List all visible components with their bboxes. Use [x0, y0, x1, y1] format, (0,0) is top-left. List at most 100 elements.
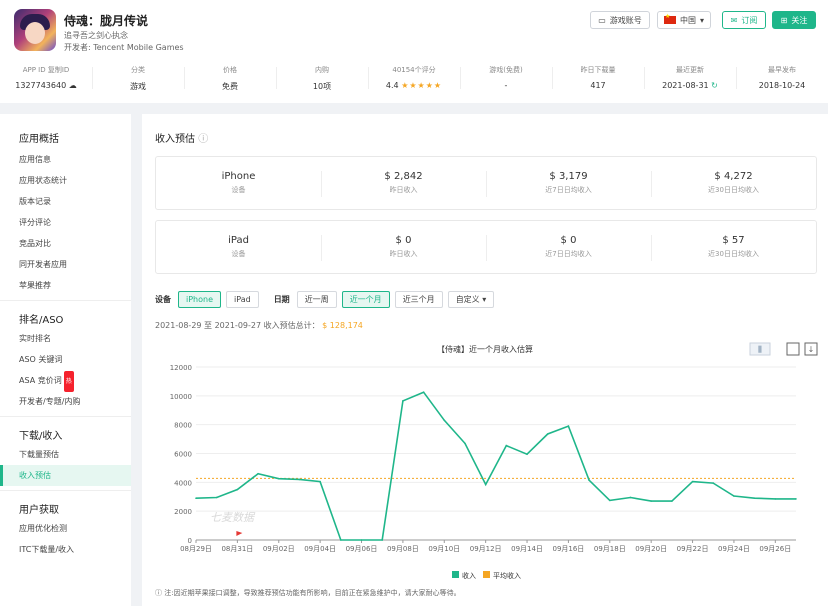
follow-button[interactable]: ⊞ 关注: [772, 11, 816, 29]
game-account-label: 游戏账号: [609, 15, 642, 25]
revenue-yesterday-label: 昨日收入: [389, 186, 418, 194]
sidebar-section-user-acquisition: 用户获取: [19, 505, 59, 516]
date-quarter-chip[interactable]: 近三个月: [394, 290, 443, 308]
stat-label: 昨日下载量: [580, 66, 616, 74]
sidebar-item-download-estimate[interactable]: 下载量预估: [0, 444, 131, 465]
revenue-point: [505, 444, 508, 447]
x-tick-label: 09月14日: [511, 545, 543, 553]
stat-label: 游戏(免费): [489, 66, 523, 74]
stat-rating[interactable]: 40154个评分 4.4 ★★★★★: [368, 62, 460, 96]
sidebar-item-versions[interactable]: 版本记录: [0, 191, 131, 212]
custom-label: 自定义: [455, 294, 480, 304]
revenue-point: [422, 391, 425, 394]
caret-down-icon: ▾: [482, 294, 487, 304]
download-arrow-icon: ↓: [808, 345, 815, 354]
chart-title: 【侍魂】近一个月收入估算: [437, 344, 533, 354]
revenue-point: [340, 539, 342, 541]
stat-value: 417: [590, 81, 606, 90]
stat-label: 40154个评分: [392, 66, 436, 74]
china-flag-icon: [663, 13, 676, 24]
revenue-30day-label: 近30日日均收入: [708, 250, 759, 258]
region-label: 中国: [679, 15, 696, 25]
x-tick-label: 09月18日: [594, 545, 626, 553]
notice-label: 注:因近期苹果接口调整，导致推荐预估功能有所影响，目前正在紧急维护中，请大家耐心…: [164, 589, 461, 597]
revenue-point: [712, 482, 715, 484]
main-panel: 收入预估 ⓘ iPhone 设备 $ 2,842 昨日收入 $ 3,179 近7日日均…: [142, 114, 828, 606]
app-subtitle: 追寻吾之剑心执念: [64, 31, 128, 40]
revenue-30day-avg: $ 4,272: [714, 171, 753, 182]
revenue-30day-label: 近30日日均收入: [708, 186, 759, 194]
device-label: 设备: [231, 250, 246, 258]
date-custom-dropdown[interactable]: 自定义 ▾: [447, 290, 495, 308]
revenue-point: [298, 478, 301, 481]
cloud-download-icon[interactable]: ☁: [69, 81, 77, 90]
sidebar-item-asa-bidding[interactable]: ASA 竞价词热: [0, 370, 131, 392]
revenue-point: [402, 400, 404, 402]
mail-icon: ✉: [730, 15, 738, 25]
subscribe-button[interactable]: ✉ 订阅: [722, 11, 766, 29]
revenue-point: [257, 472, 259, 475]
x-tick-label: 09月02日: [263, 545, 295, 553]
x-tick-label: 09月04日: [304, 545, 336, 553]
sidebar-item-compare[interactable]: 竞品对比: [0, 233, 131, 254]
x-tick-label: 09月12日: [470, 545, 502, 553]
legend-average-swatch: [483, 571, 490, 578]
stat-iap[interactable]: 内购 10项: [276, 62, 368, 96]
device-ipad-chip[interactable]: iPad: [226, 290, 259, 308]
revenue-point: [588, 479, 590, 481]
game-account-button[interactable]: ▭ 游戏账号: [590, 11, 650, 29]
app-developer: 开发者: Tencent Mobile Games: [64, 43, 184, 52]
y-tick-label: 12000: [170, 364, 192, 372]
revenue-point: [526, 453, 528, 456]
x-tick-label: 09月22日: [677, 545, 709, 553]
sidebar-item-apple-featured[interactable]: 苹果推荐: [0, 275, 131, 296]
stat-value: 免费: [222, 82, 238, 91]
x-tick-label: 08月29日: [180, 545, 212, 553]
stat-value: 2021-08-31: [662, 81, 709, 90]
sidebar-item-realtime-rank[interactable]: 实时排名: [0, 328, 131, 349]
device-iphone-chip[interactable]: iPhone: [178, 290, 222, 308]
refresh-icon[interactable]: ↻: [711, 81, 718, 90]
version-flag-icon: [236, 531, 243, 539]
warning-icon: ⓘ: [155, 589, 162, 597]
stat-app-id: APP ID 复制ID 1327743640 ☁: [0, 62, 92, 96]
sidebar-item-app-info[interactable]: 应用信息: [0, 149, 131, 170]
image-export-icon[interactable]: [786, 342, 800, 356]
info-icon[interactable]: ⓘ: [198, 134, 208, 145]
sidebar-item-reviews[interactable]: 评分评论: [0, 212, 131, 233]
sidebar-item-developer-topics[interactable]: 开发者/专题/内购: [0, 391, 131, 412]
iphone-revenue-card: iPhone 设备 $ 2,842 昨日收入 $ 3,179 近7日日均收入 $ 4,…: [155, 156, 817, 210]
sidebar-item-same-developer[interactable]: 同开发者应用: [0, 254, 131, 275]
sidebar-item-app-optimization[interactable]: 应用优化检测: [0, 518, 131, 539]
x-tick-label: 09月06日: [346, 545, 378, 553]
date-month-chip[interactable]: 近一个月: [341, 290, 390, 308]
revenue-yesterday: $ 0: [395, 235, 412, 246]
legend-average-label: 平均收入: [493, 571, 521, 580]
revenue-point: [360, 539, 363, 541]
rating-stars-icon: ★★★★★: [401, 81, 443, 90]
stat-rank: 游戏(免费) -: [460, 62, 552, 96]
sidebar-item-revenue-estimate[interactable]: 收入预估: [0, 465, 131, 486]
date-week-chip[interactable]: 近一周: [296, 290, 337, 308]
stat-value: 2018-10-24: [758, 81, 806, 90]
revenue-30day-avg: $ 57: [722, 235, 745, 246]
bar-chart-icon: ⫼: [758, 345, 762, 354]
notice-text: ⓘ 注:因近期苹果接口调整，导致推荐预估功能有所影响，目前正在紧急维护中，请大家…: [155, 588, 461, 598]
region-select[interactable]: 中国 ▾: [657, 11, 711, 29]
revenue-series-line: [195, 391, 796, 541]
sidebar-item-aso-keywords[interactable]: ASO 关键词: [0, 349, 131, 370]
stat-label: 最早发布: [768, 66, 796, 74]
summary-text: 2021-08-29 至 2021-09-27 收入预估总计：: [155, 321, 320, 330]
revenue-point: [236, 488, 239, 491]
stat-value: 1327743640: [15, 81, 67, 90]
revenue-yesterday: $ 2,842: [384, 171, 423, 182]
revenue-summary: 2021-08-29 至 2021-09-27 收入预估总计： $ 128,17…: [155, 320, 363, 331]
sidebar-item-app-status[interactable]: 应用状态统计: [0, 170, 131, 191]
revenue-point: [774, 498, 777, 500]
stat-label[interactable]: APP ID 复制ID: [0, 65, 92, 75]
revenue-point: [464, 442, 466, 445]
sidebar-item-itc[interactable]: ITC下载量/收入: [0, 539, 131, 560]
stat-category: 分类 游戏: [92, 62, 184, 96]
device-label: 设备: [231, 186, 246, 194]
y-tick-label: 0: [188, 537, 192, 545]
